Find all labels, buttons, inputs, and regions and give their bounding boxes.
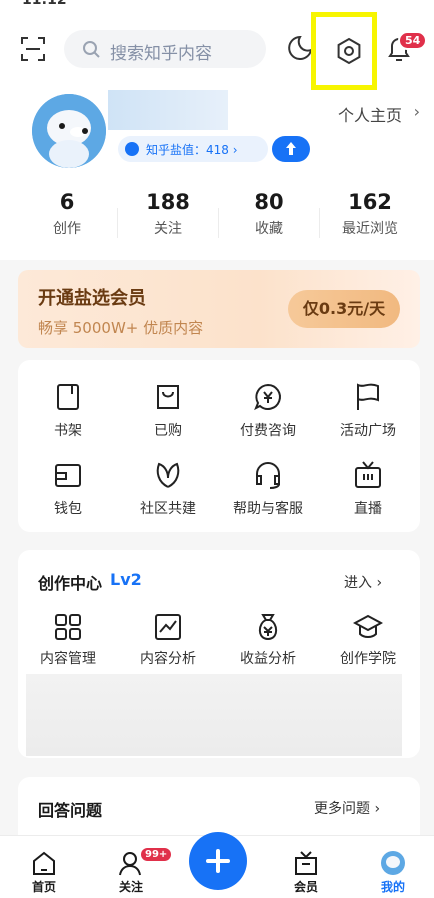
notification-badge: 54	[398, 31, 428, 50]
me-avatar-icon	[381, 851, 405, 875]
grid-item-label: 活动广场	[340, 423, 396, 439]
money-bag-icon	[258, 614, 278, 641]
bookshelf-icon	[57, 384, 79, 410]
avatar[interactable]	[32, 94, 106, 168]
stat-label: 最近浏览	[342, 221, 398, 237]
vip-banner[interactable]: 开通盐选会员 畅享 5000W+ 优质内容 仅0.3元/天	[18, 270, 420, 348]
leaf-icon	[156, 462, 180, 488]
scan-icon[interactable]	[20, 36, 46, 62]
follow-badge: 99+	[139, 846, 174, 863]
wallet-icon	[55, 464, 81, 487]
services-grid: 书架 已购 付费咨询 活动广场 钱包 社区共建 帮助与客服 直播	[18, 360, 420, 532]
tab-label: 我的	[380, 880, 405, 894]
grid-item-label: 已购	[154, 423, 182, 439]
creation-item-label: 内容分析	[140, 651, 196, 667]
search-input[interactable]: 搜索知乎内容	[64, 30, 266, 68]
search-placeholder: 搜索知乎内容	[110, 44, 212, 64]
tab-label: 会员	[293, 880, 318, 894]
stat-value: 80	[254, 190, 284, 214]
status-time: 11:12	[22, 0, 67, 8]
grid-item-label: 付费咨询	[240, 423, 296, 439]
member-icon	[295, 851, 317, 875]
vip-title: 开通盐选会员	[38, 288, 146, 309]
headset-icon	[256, 462, 280, 489]
personal-homepage-link[interactable]: 个人主页 ›	[337, 102, 420, 126]
salt-value-badge[interactable]: 知乎盐值：418 ›	[118, 136, 268, 162]
night-mode-icon[interactable]	[286, 34, 314, 62]
boost-button[interactable]	[272, 136, 310, 162]
grid-item-label: 社区共建	[140, 501, 196, 517]
more-questions-link[interactable]: 更多问题 ›	[314, 798, 380, 818]
stat-creations[interactable]: 6 创作	[17, 190, 117, 238]
chart-icon	[155, 614, 181, 640]
creator-level: Lv2	[110, 570, 142, 589]
answer-questions-title: 回答问题	[38, 801, 103, 820]
stat-label: 收藏	[255, 221, 283, 237]
tab-label: 首页	[31, 880, 56, 894]
creation-stats-blurred	[26, 674, 402, 756]
username-blurred	[108, 90, 228, 130]
arrow-up-icon	[286, 142, 296, 155]
homepage-label: 个人主页	[337, 106, 402, 125]
grid-item-label: 直播	[354, 501, 382, 517]
creation-item-label: 内容管理	[40, 651, 96, 667]
grid-item-label: 帮助与客服	[233, 501, 303, 517]
creation-enter-link[interactable]: 进入 ›	[344, 572, 382, 592]
stats-row: 6 创作 188 关注 80 收藏 162 最近浏览	[0, 190, 434, 246]
divider	[117, 208, 118, 238]
creation-item-label: 创作学院	[340, 651, 396, 667]
tab-label: 关注	[118, 880, 143, 894]
purchased-bag-icon	[157, 385, 179, 409]
settings-icon[interactable]	[335, 37, 363, 65]
chevron-right-icon: ›	[413, 102, 420, 121]
divider	[319, 208, 320, 238]
flag-icon	[357, 383, 379, 410]
creation-item-label: 收益分析	[240, 651, 296, 667]
grid-item-label: 钱包	[54, 501, 82, 517]
tv-icon	[355, 461, 381, 488]
salt-value-label: 知乎盐值：418 ›	[146, 143, 238, 157]
stat-following[interactable]: 188 关注	[118, 190, 218, 238]
vip-subtitle: 畅享 5000W+ 优质内容	[38, 319, 204, 337]
vip-price-button[interactable]: 仅0.3元/天	[288, 290, 400, 328]
home-icon	[33, 851, 55, 875]
salt-icon	[125, 142, 139, 156]
stat-label: 创作	[53, 221, 81, 237]
search-icon	[83, 41, 100, 58]
creation-center-title: 创作中心	[38, 574, 103, 593]
stat-value: 188	[146, 190, 190, 214]
paid-consult-icon	[254, 383, 281, 411]
creation-center-card: 创作中心 Lv2 进入 › 内容管理 内容分析 收益分析 创作学院	[18, 550, 420, 758]
avatar-image	[32, 94, 106, 168]
grid-icon	[55, 614, 81, 640]
graduation-cap-icon	[353, 614, 383, 638]
enter-label: 进入	[344, 575, 372, 591]
grid-item-label: 书架	[54, 423, 82, 439]
more-label: 更多问题	[314, 801, 370, 817]
stat-value: 6	[59, 190, 75, 214]
chevron-right-icon: ›	[374, 801, 381, 817]
divider	[218, 208, 219, 238]
stat-favorites[interactable]: 80 收藏	[219, 190, 319, 238]
stat-label: 关注	[154, 221, 182, 237]
chevron-right-icon: ›	[376, 575, 383, 591]
stat-recent[interactable]: 162 最近浏览	[320, 190, 420, 238]
stat-value: 162	[348, 190, 392, 214]
create-plus-button[interactable]	[189, 832, 247, 890]
